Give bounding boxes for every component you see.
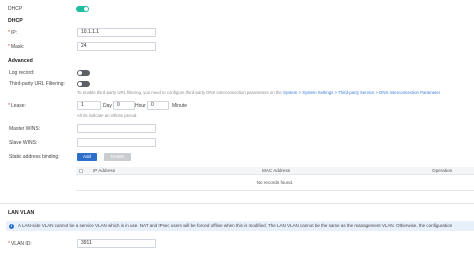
master-wins-label: Master WINS: (9, 126, 41, 132)
ip-label-text: IP: (10, 30, 18, 36)
slave-wins-input[interactable] (77, 138, 156, 147)
mask-input[interactable]: 24 (77, 42, 156, 51)
lease-label: *Lease: (8, 103, 26, 109)
lease-hours-unit: Hour (135, 103, 146, 109)
required-mark: * (8, 241, 10, 247)
advanced-section-title: Advanced (8, 58, 33, 64)
vlan-id-input[interactable]: 3911 (77, 239, 156, 248)
dhcp-toggle-label: DHCP (8, 6, 23, 12)
table-bottom-divider (76, 190, 474, 191)
required-mark: * (8, 44, 10, 50)
mask-label: *Mask: (8, 44, 24, 50)
lan-vlan-section-title: LAN VLAN (8, 210, 35, 216)
add-button[interactable]: Add (77, 153, 97, 161)
select-all-checkbox[interactable] (79, 168, 83, 173)
lease-label-text: Lease: (10, 103, 26, 109)
ip-input[interactable]: 10.1.1.1 (77, 28, 156, 37)
url-filtering-label: Third-party URL Filtering: (9, 81, 65, 87)
lease-hours-input[interactable]: 0 (113, 101, 135, 110)
url-filtering-hint-text: To enable third-party URL filtering, you… (77, 90, 282, 95)
ip-label: *IP: (8, 30, 17, 36)
dhcp-section-title: DHCP (8, 18, 23, 24)
static-binding-label: Static address binding: (9, 154, 60, 160)
dhcp-toggle[interactable] (76, 6, 89, 12)
url-filtering-hint: To enable third-party URL filtering, you… (77, 90, 440, 96)
lease-hint: All 0s indicate an infinite period. (77, 113, 138, 118)
lan-vlan-notice: i A LAN-side VLAN cannot be a service VL… (6, 221, 474, 231)
lease-days-input[interactable]: 1 (77, 101, 101, 110)
required-mark: * (8, 30, 10, 36)
column-operation: Operation (432, 168, 453, 173)
delete-button: Delete (104, 153, 131, 161)
url-filtering-toggle[interactable] (77, 81, 90, 87)
lease-minutes-unit: Minute (172, 103, 188, 109)
lan-vlan-notice-text: A LAN-side VLAN cannot be a service VLAN… (18, 223, 453, 228)
slave-wins-label: Slave WINS: (9, 140, 38, 146)
master-wins-input[interactable] (77, 124, 156, 133)
table-header-divider (76, 174, 474, 175)
required-mark: * (8, 103, 10, 109)
info-icon: i (9, 223, 14, 229)
static-binding-table: IP Address MAC Address Operation No reco… (76, 167, 474, 191)
dns-interconnection-link[interactable]: System > System Settings > Third-party S… (283, 90, 440, 95)
vlan-id-label: *VLAN ID: (8, 241, 32, 247)
section-divider (0, 203, 474, 204)
table-empty-text: No records found. (256, 180, 294, 185)
log-record-label: Log record: (9, 70, 35, 76)
lease-days-unit: Day (103, 103, 112, 109)
column-ip-address: IP Address (93, 168, 116, 173)
vlan-id-label-text: VLAN ID: (10, 241, 32, 247)
column-mac-address: MAC Address (262, 168, 291, 173)
log-record-toggle[interactable] (77, 70, 90, 76)
lease-minutes-input[interactable]: 0 (147, 101, 169, 110)
mask-label-text: Mask: (10, 44, 25, 50)
